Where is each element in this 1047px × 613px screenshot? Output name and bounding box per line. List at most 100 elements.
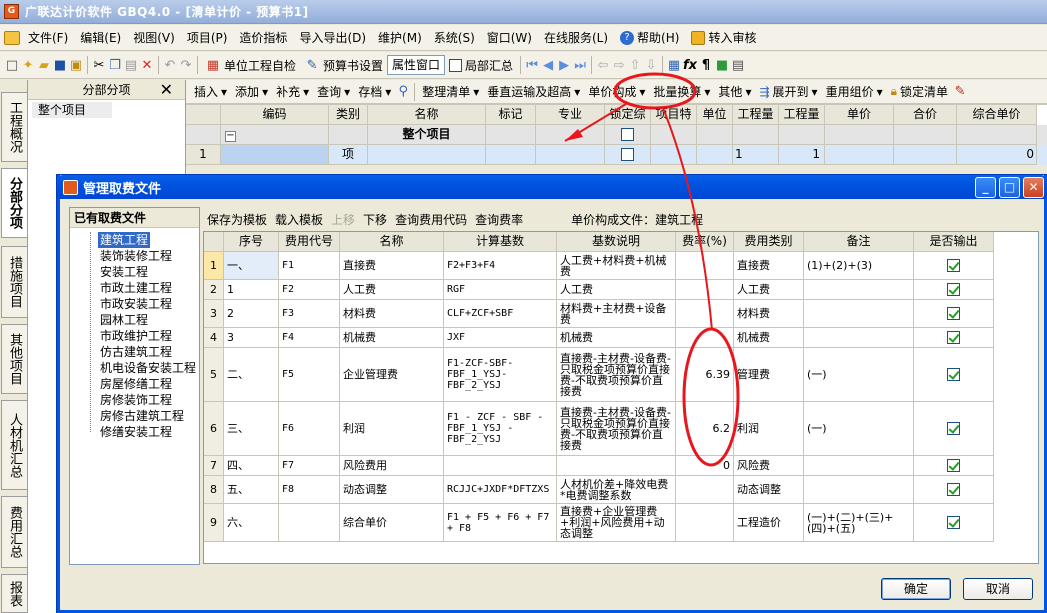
fee-cell-name[interactable]: 企业管理费 bbox=[340, 348, 444, 402]
fee-cell-desc[interactable]: 人材机价差+降效电费*电费调整系数 bbox=[557, 476, 676, 504]
menu-project[interactable]: 项目(P) bbox=[181, 27, 234, 49]
grid-header-feature[interactable]: 项目特 bbox=[651, 105, 697, 125]
menu-transfer-audit[interactable]: 转入审核 bbox=[685, 27, 762, 49]
add-button[interactable]: 添加 ▾ bbox=[231, 81, 272, 103]
fee-cell-code[interactable]: F2 bbox=[279, 280, 340, 300]
collapse-icon[interactable]: − bbox=[225, 131, 236, 142]
grid-cell-name[interactable]: 整个项目 bbox=[368, 125, 486, 145]
fee-cell-output[interactable] bbox=[914, 348, 994, 402]
cancel-button[interactable]: 取消 bbox=[963, 578, 1033, 600]
grid-header-unit[interactable]: 单位 bbox=[697, 105, 733, 125]
tab-reports[interactable]: 报表 bbox=[1, 574, 27, 613]
tab-sub-items[interactable]: 分部分项 bbox=[1, 168, 27, 238]
fee-cell-code[interactable]: F6 bbox=[279, 402, 340, 456]
table-row[interactable]: − 整个项目 bbox=[186, 125, 1047, 145]
tree-item[interactable]: 房修古建筑工程 bbox=[98, 408, 186, 424]
arrow-left-icon[interactable]: ⇦ bbox=[595, 57, 611, 73]
maximize-button[interactable]: □ bbox=[999, 177, 1020, 198]
table-row[interactable]: 1 一、 F1 直接费 F2+F3+F4 人工费+材料费+机械费 直接费 (1)+(2)+(3… bbox=[204, 252, 994, 280]
fee-cell-name[interactable]: 材料费 bbox=[340, 300, 444, 328]
fee-cell-rate[interactable] bbox=[676, 328, 734, 348]
fee-cell-seq[interactable]: 二、 bbox=[224, 348, 279, 402]
grid-cell-total[interactable] bbox=[894, 125, 957, 145]
grid-cell-name[interactable] bbox=[368, 145, 486, 165]
grid-cell-unit[interactable] bbox=[697, 125, 733, 145]
open-folder-icon[interactable]: ▰ bbox=[36, 57, 52, 73]
archive-button[interactable]: 存档 ▾ bbox=[354, 81, 395, 103]
insert-button[interactable]: 插入 ▾ bbox=[190, 81, 231, 103]
tree-item-whole-project[interactable]: 整个项目 bbox=[32, 102, 112, 118]
fee-header-category[interactable]: 费用类别 bbox=[734, 232, 804, 252]
tree-item[interactable]: 园林工程 bbox=[98, 312, 150, 328]
table-row[interactable]: 7 四、 F7 风险费用 0 风险费 bbox=[204, 456, 994, 476]
fee-header-note[interactable]: 备注 bbox=[804, 232, 914, 252]
fee-cell-note[interactable] bbox=[804, 300, 914, 328]
grid-cell-specialty[interactable] bbox=[536, 125, 605, 145]
fee-cell-seq[interactable]: 六、 bbox=[224, 504, 279, 542]
tab-other-items[interactable]: 其他项目 bbox=[1, 324, 27, 394]
save-template-button[interactable]: 保存为模板 bbox=[203, 211, 271, 228]
grid-cell-qty-expr[interactable]: 1 bbox=[733, 145, 779, 165]
tree-item[interactable]: 修缮安装工程 bbox=[98, 424, 174, 440]
fee-cell-base[interactable]: F2+F3+F4 bbox=[444, 252, 557, 280]
tab-project-overview[interactable]: 工程概况 bbox=[1, 92, 27, 162]
fee-cell-output[interactable] bbox=[914, 300, 994, 328]
fee-cell-seq[interactable]: 1 bbox=[224, 280, 279, 300]
menu-maintain[interactable]: 维护(M) bbox=[372, 27, 428, 49]
tree-item[interactable]: 房修装饰工程 bbox=[98, 392, 174, 408]
grid-header-type[interactable]: 类别 bbox=[329, 105, 368, 125]
fee-cell-rate[interactable] bbox=[676, 476, 734, 504]
fee-cell-note[interactable]: (一) bbox=[804, 348, 914, 402]
fee-cell-category[interactable]: 机械费 bbox=[734, 328, 804, 348]
budget-settings-button[interactable]: ✎ 预算书设置 bbox=[300, 54, 387, 76]
grid-cell-mark[interactable] bbox=[486, 145, 536, 165]
fee-cell-base[interactable]: CLF+ZCF+SBF bbox=[444, 300, 557, 328]
grid-header-qty[interactable]: 工程量 bbox=[779, 105, 825, 125]
undo-icon[interactable]: ↶ bbox=[162, 57, 178, 73]
fee-cell-desc[interactable]: 人工费+材料费+机械费 bbox=[557, 252, 676, 280]
tree-item[interactable]: 装饰装修工程 bbox=[98, 248, 174, 264]
batch-convert-button[interactable]: 批量换算 ▾ bbox=[649, 81, 714, 103]
output-checkbox[interactable] bbox=[947, 516, 960, 529]
redo-icon[interactable]: ↷ bbox=[178, 57, 194, 73]
fee-cell-note[interactable] bbox=[804, 476, 914, 504]
grid-cell-composite-price[interactable] bbox=[957, 125, 1037, 145]
grid-cell-feature[interactable] bbox=[651, 145, 697, 165]
output-checkbox[interactable] bbox=[947, 259, 960, 272]
grid-cell-lock[interactable] bbox=[605, 125, 651, 145]
prev-icon[interactable]: ◀ bbox=[540, 57, 556, 73]
unit-price-composition-button[interactable]: 单价构成 ▾ bbox=[584, 81, 649, 103]
table-row[interactable]: 8 五、 F8 动态调整 RCJJC+JXDF*DFTZXS 人材机价差+降效电费*电费调… bbox=[204, 476, 994, 504]
output-checkbox[interactable] bbox=[947, 283, 960, 296]
calculator-icon[interactable]: ▦ bbox=[666, 57, 682, 73]
fee-cell-category[interactable]: 直接费 bbox=[734, 252, 804, 280]
tab-cost-summary[interactable]: 费用汇总 bbox=[1, 496, 27, 568]
save-icon[interactable]: ■ bbox=[52, 57, 68, 73]
tree-item[interactable]: 建筑工程 bbox=[98, 232, 151, 248]
fee-cell-base[interactable]: JXF bbox=[444, 328, 557, 348]
table-row[interactable]: 1 项 1 1 0 bbox=[186, 145, 1047, 165]
supplement-button[interactable]: 补充 ▾ bbox=[272, 81, 313, 103]
fee-cell-rate[interactable]: 6.2 bbox=[676, 402, 734, 456]
reuse-pricing-button[interactable]: 重用组价 ▾ bbox=[822, 81, 887, 103]
tab-measures[interactable]: 措施项目 bbox=[1, 246, 27, 318]
fee-cell-desc[interactable]: 直接费+企业管理费+利润+风险费用+动态调整 bbox=[557, 504, 676, 542]
fee-cell-seq[interactable]: 一、 bbox=[224, 252, 279, 280]
fee-cell-rate[interactable] bbox=[676, 280, 734, 300]
table-row[interactable]: 9 六、 综合单价 F1 + F5 + F6 + F7 + F8 直接费+企业管理费+利… bbox=[204, 504, 994, 542]
grid-cell-unit[interactable] bbox=[697, 145, 733, 165]
grid-cell-code[interactable] bbox=[221, 145, 329, 165]
fee-cell-rate[interactable] bbox=[676, 504, 734, 542]
query-fee-rate-button[interactable]: 查询费率 bbox=[471, 211, 527, 228]
query-fee-code-button[interactable]: 查询费用代码 bbox=[391, 211, 471, 228]
grid-header-unit-price[interactable]: 单价 bbox=[825, 105, 894, 125]
next-icon[interactable]: ▶ bbox=[556, 57, 572, 73]
fee-cell-base[interactable]: RCJJC+JXDF*DFTZXS bbox=[444, 476, 557, 504]
fee-cell-name[interactable]: 利润 bbox=[340, 402, 444, 456]
fee-cell-note[interactable] bbox=[804, 456, 914, 476]
move-up-button[interactable]: 上移 bbox=[327, 211, 359, 228]
menu-window[interactable]: 窗口(W) bbox=[481, 27, 538, 49]
last-icon[interactable]: ⏭ bbox=[572, 57, 588, 73]
output-checkbox[interactable] bbox=[947, 307, 960, 320]
fee-cell-code[interactable]: F1 bbox=[279, 252, 340, 280]
